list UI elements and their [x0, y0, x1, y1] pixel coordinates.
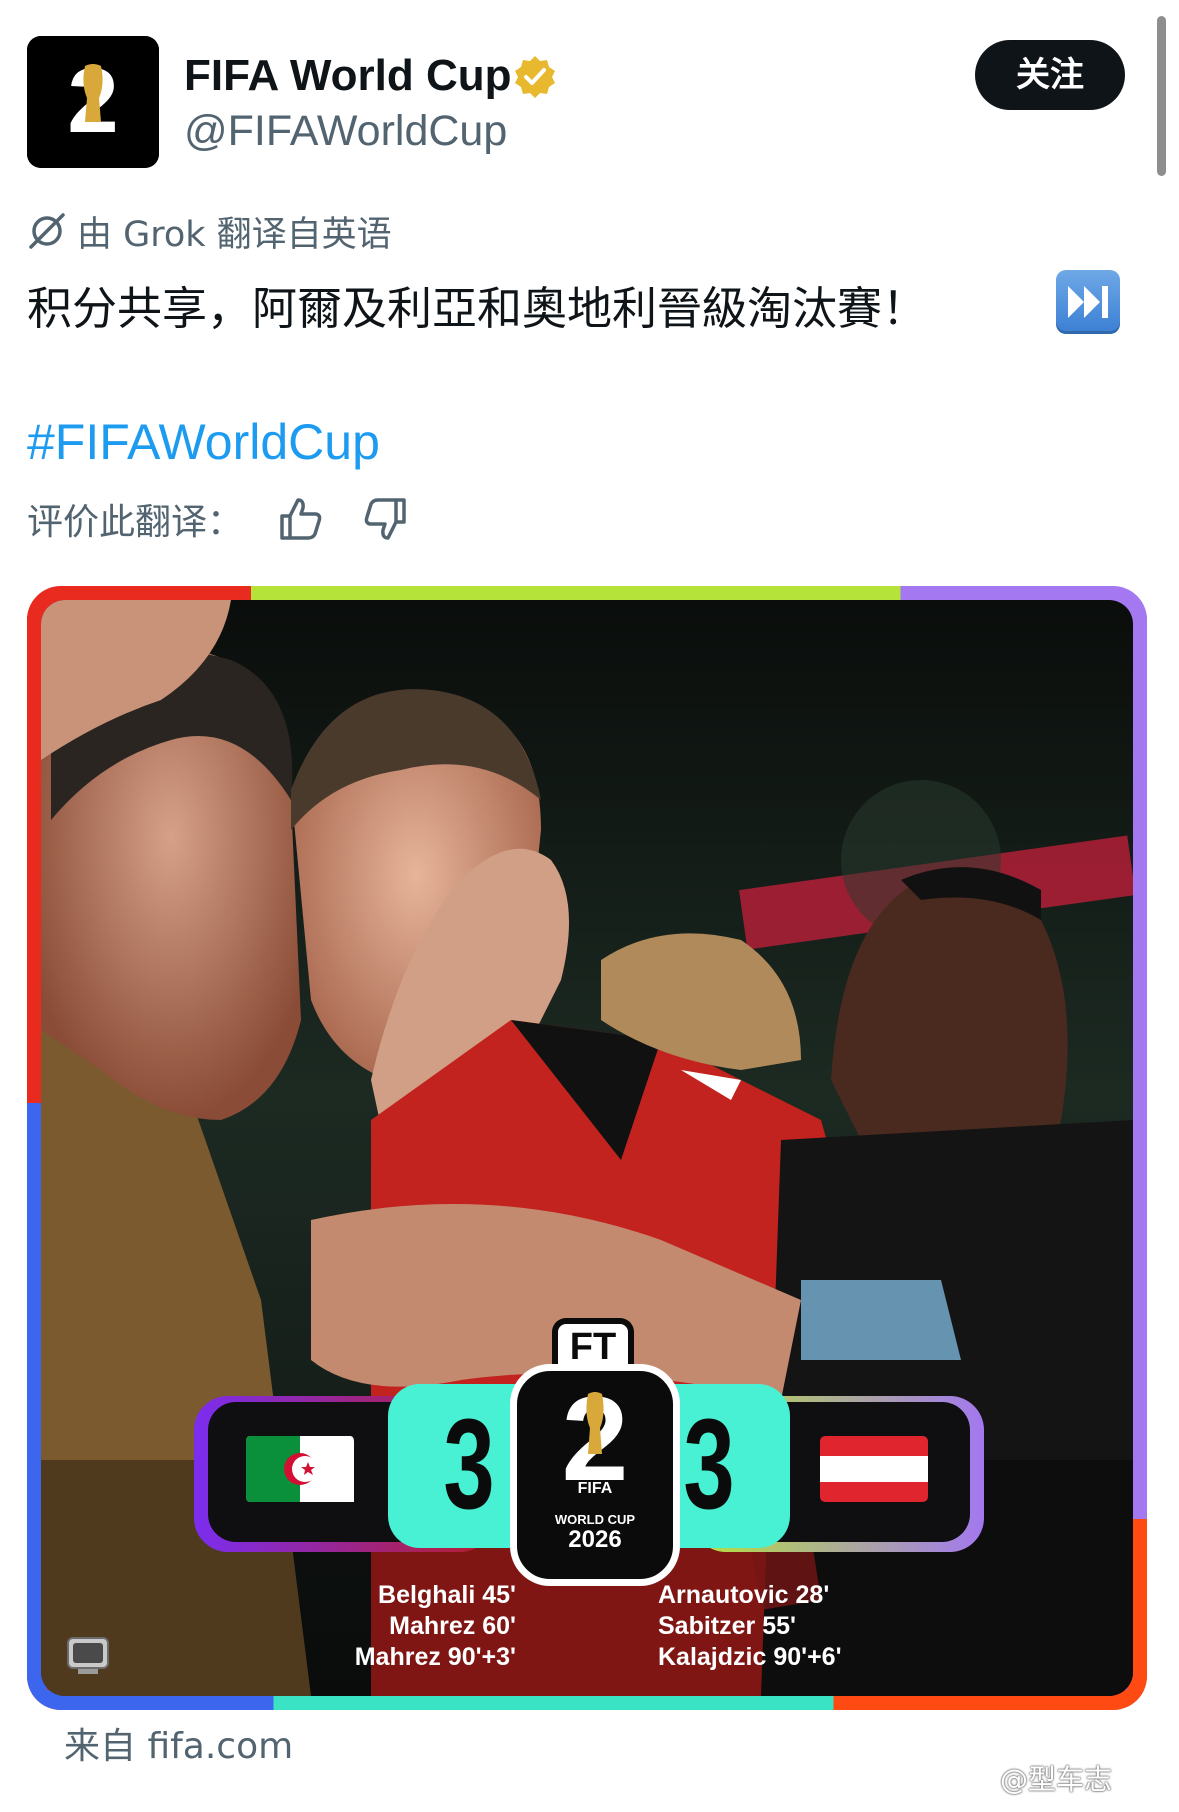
badge-year-text: 2026	[568, 1526, 622, 1553]
away-scorers: Arnautovic 28' Sabitzer 55' Kalajdzic 90…	[658, 1580, 958, 1673]
rate-translation: 评价此翻译：	[27, 492, 243, 546]
away-scorer: Sabitzer 55'	[658, 1612, 796, 1640]
home-scorer: Mahrez 90'+3'	[354, 1643, 516, 1671]
wc26-emblem-icon: 2	[562, 1376, 629, 1496]
austria-flag-icon	[820, 1436, 928, 1502]
algeria-flag-icon	[246, 1436, 354, 1502]
watermark: @型车志	[1000, 1763, 1113, 1796]
hashtag-link[interactable]: #FIFAWorldCup	[27, 410, 380, 474]
fast-forward-emoji-icon	[1056, 270, 1120, 334]
svg-text:FIFA: FIFA	[80, 142, 106, 156]
away-scorer: Arnautovic 28'	[658, 1581, 830, 1609]
post-text: 积分共享，阿爾及利亞和奧地利晉級淘汰賽！	[27, 281, 928, 335]
scrollbar[interactable]	[1157, 16, 1166, 176]
badge-world-cup-text: WORLD CUP	[554, 1512, 636, 1527]
account-avatar[interactable]: 2 FIFA	[27, 36, 159, 168]
account-handle[interactable]: @FIFAWorldCup	[184, 104, 507, 158]
follow-button[interactable]: 关注	[975, 40, 1125, 110]
grok-translation-note: 由 Grok 翻译自英语	[27, 206, 392, 256]
translation-label: 由 Grok 翻译自英语	[77, 214, 392, 255]
home-scorer: Belghali 45'	[378, 1581, 516, 1609]
media-source-link[interactable]: 来自 fifa.com	[64, 1722, 293, 1772]
rate-translation-label: 评价此翻译：	[27, 502, 244, 543]
wc26-logo-icon: 2 FIFA	[27, 36, 159, 168]
badge-fifa-text: FIFA	[577, 1480, 613, 1497]
thumbs-down-icon[interactable]	[360, 494, 410, 544]
verified-badge-icon	[515, 56, 555, 98]
thumbs-up-icon[interactable]	[276, 494, 326, 544]
television-icon	[67, 1637, 109, 1674]
away-scorer: Kalajdzic 90'+6'	[658, 1643, 842, 1671]
grok-icon	[29, 213, 65, 249]
home-scorers: Belghali 45' Mahrez 60' Mahrez 90'+3'	[300, 1580, 516, 1673]
home-scorer: Mahrez 60'	[389, 1612, 516, 1640]
account-name[interactable]: FIFA World Cup	[184, 48, 512, 104]
